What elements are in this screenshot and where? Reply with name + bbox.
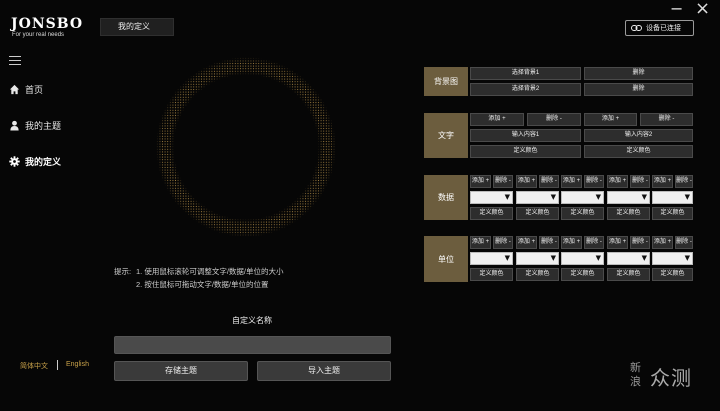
gear-icon: [9, 156, 20, 167]
watermark-char-2: 浪: [630, 375, 641, 388]
user-icon: [10, 120, 19, 131]
theme-name-label: 自定义名称: [232, 316, 272, 325]
unit-5-select[interactable]: [652, 252, 693, 265]
unit-2-add-button[interactable]: 添加 +: [516, 236, 537, 249]
unit-5-color-button[interactable]: 定义颜色: [652, 268, 693, 281]
brand-tagline: For your real needs: [12, 32, 65, 38]
data-2-add-button[interactable]: 添加 +: [516, 175, 537, 188]
unit-3-add-button[interactable]: 添加 +: [561, 236, 582, 249]
unit-2-select[interactable]: [516, 252, 559, 265]
data-1-color-button[interactable]: 定义颜色: [470, 207, 513, 220]
text-1-remove-button[interactable]: 删除 -: [527, 113, 581, 126]
data-3-color-button[interactable]: 定义颜色: [561, 207, 604, 220]
language-chinese[interactable]: 简体中文: [20, 361, 48, 371]
select-background-1-button[interactable]: 选择背景1: [470, 67, 581, 80]
data-1-add-button[interactable]: 添加 +: [470, 175, 491, 188]
sidebar-item-my-themes[interactable]: 我的主题: [9, 119, 61, 132]
unit-1-remove-button[interactable]: 删除 -: [493, 236, 513, 249]
data-1-select[interactable]: [470, 191, 513, 204]
watermark-char-1: 新: [630, 361, 641, 374]
hint-line-1: 1. 使用鼠标滚轮可调整文字/数据/单位的大小: [136, 267, 284, 276]
sidebar-item-label: 首页: [25, 85, 44, 95]
delete-background-2-button[interactable]: 删除: [584, 83, 693, 96]
data-1-remove-button[interactable]: 删除 -: [493, 175, 513, 188]
text-2-add-button[interactable]: 添加 +: [584, 113, 637, 126]
unit-5-remove-button[interactable]: 删除 -: [675, 236, 693, 249]
section-unit-label: 单位: [424, 236, 468, 282]
data-2-remove-button[interactable]: 删除 -: [539, 175, 559, 188]
sina-watermark: 新 浪 众测: [628, 362, 714, 402]
save-theme-button[interactable]: 存储主题: [114, 361, 248, 381]
unit-3-color-button[interactable]: 定义颜色: [561, 268, 604, 281]
sidebar-item-my-definition[interactable]: 我的定义: [9, 155, 61, 168]
page-title: 我的定义: [100, 18, 174, 36]
text-1-color-button[interactable]: 定义颜色: [470, 145, 581, 158]
unit-1-select[interactable]: [470, 252, 513, 265]
data-4-select[interactable]: [607, 191, 650, 204]
data-2-select[interactable]: [516, 191, 559, 204]
data-3-add-button[interactable]: 添加 +: [561, 175, 582, 188]
unit-4-select[interactable]: [607, 252, 650, 265]
unit-1-add-button[interactable]: 添加 +: [470, 236, 491, 249]
data-2-color-button[interactable]: 定义颜色: [516, 207, 559, 220]
text-2-color-button[interactable]: 定义颜色: [584, 145, 693, 158]
unit-4-color-button[interactable]: 定义颜色: [607, 268, 650, 281]
text-2-input[interactable]: 输入内容2: [584, 129, 693, 142]
watermark-word: 众测: [650, 366, 692, 390]
import-theme-button[interactable]: 导入主题: [257, 361, 391, 381]
data-5-remove-button[interactable]: 删除 -: [675, 175, 693, 188]
minimize-button[interactable]: −: [670, 0, 683, 18]
unit-3-select[interactable]: [561, 252, 604, 265]
sidebar-item-label: 我的定义: [25, 157, 62, 167]
text-2-remove-button[interactable]: 删除 -: [640, 113, 693, 126]
language-divider: [57, 360, 58, 370]
unit-5-add-button[interactable]: 添加 +: [652, 236, 673, 249]
select-background-2-button[interactable]: 选择背景2: [470, 83, 581, 96]
data-3-remove-button[interactable]: 删除 -: [584, 175, 604, 188]
brand-name: JONSBO: [11, 16, 84, 32]
connect-status-label: 设备已连接: [646, 25, 681, 32]
theme-name-input[interactable]: [114, 336, 391, 354]
data-5-color-button[interactable]: 定义颜色: [652, 207, 693, 220]
link-icon: [631, 25, 642, 31]
data-5-select[interactable]: [652, 191, 693, 204]
unit-3-remove-button[interactable]: 删除 -: [584, 236, 604, 249]
hint-line-2: 2. 按住鼠标可拖动文字/数据/单位的位置: [136, 280, 269, 289]
language-english[interactable]: English: [66, 361, 89, 368]
unit-4-remove-button[interactable]: 删除 -: [630, 236, 650, 249]
data-4-remove-button[interactable]: 删除 -: [630, 175, 650, 188]
display-preview-ring[interactable]: [156, 57, 336, 237]
unit-2-color-button[interactable]: 定义颜色: [516, 268, 559, 281]
unit-4-add-button[interactable]: 添加 +: [607, 236, 628, 249]
unit-2-remove-button[interactable]: 删除 -: [539, 236, 559, 249]
unit-1-color-button[interactable]: 定义颜色: [470, 268, 513, 281]
brand-logo: JONSBO For your real needs: [11, 17, 91, 41]
device-connect-button[interactable]: 设备已连接: [625, 20, 694, 36]
hint-prefix: 提示:: [114, 267, 132, 276]
section-text-label: 文字: [424, 113, 468, 158]
text-1-add-button[interactable]: 添加 +: [470, 113, 524, 126]
sidebar-item-home[interactable]: 首页: [9, 83, 43, 96]
hamburger-menu-icon[interactable]: [9, 56, 21, 65]
text-1-input[interactable]: 输入内容1: [470, 129, 581, 142]
close-button[interactable]: ×: [695, 0, 710, 18]
data-3-select[interactable]: [561, 191, 604, 204]
data-4-color-button[interactable]: 定义颜色: [607, 207, 650, 220]
delete-background-1-button[interactable]: 删除: [584, 67, 693, 80]
section-background-label: 背景图: [424, 67, 468, 96]
sidebar-item-label: 我的主题: [25, 121, 62, 131]
section-data-label: 数据: [424, 175, 468, 220]
home-icon: [9, 84, 20, 95]
data-4-add-button[interactable]: 添加 +: [607, 175, 628, 188]
data-5-add-button[interactable]: 添加 +: [652, 175, 673, 188]
